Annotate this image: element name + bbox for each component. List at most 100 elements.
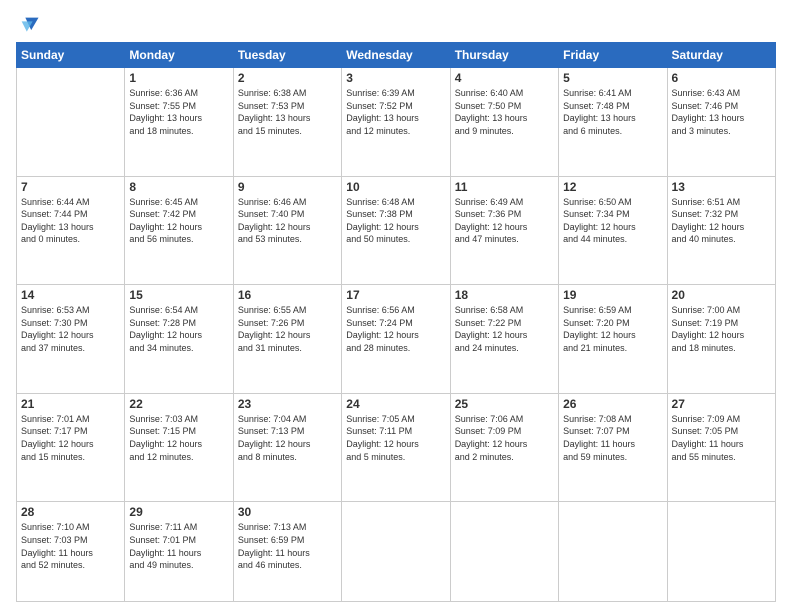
day-number: 5 (563, 71, 662, 85)
day-info: Sunrise: 7:13 AMSunset: 6:59 PMDaylight:… (238, 521, 337, 571)
weekday-header-wednesday: Wednesday (342, 43, 450, 68)
day-info: Sunrise: 6:46 AMSunset: 7:40 PMDaylight:… (238, 196, 337, 246)
day-info: Sunrise: 7:04 AMSunset: 7:13 PMDaylight:… (238, 413, 337, 463)
day-number: 4 (455, 71, 554, 85)
day-info: Sunrise: 6:48 AMSunset: 7:38 PMDaylight:… (346, 196, 445, 246)
calendar-cell (342, 502, 450, 602)
weekday-header-friday: Friday (559, 43, 667, 68)
day-number: 16 (238, 288, 337, 302)
weekday-header-row: SundayMondayTuesdayWednesdayThursdayFrid… (17, 43, 776, 68)
week-row-3: 14 Sunrise: 6:53 AMSunset: 7:30 PMDayligh… (17, 285, 776, 394)
calendar-cell: 29Sunrise: 7:11 AMSunset: 7:01 PMDayligh… (125, 502, 233, 602)
day-info: Sunrise: 6:44 AMSunset: 7:44 PMDaylight:… (21, 196, 120, 246)
day-info: Sunrise: 6:40 AMSunset: 7:50 PMDaylight:… (455, 87, 554, 137)
weekday-header-saturday: Saturday (667, 43, 775, 68)
day-number: 8 (129, 180, 228, 194)
calendar-cell: 19Sunrise: 6:59 AMSunset: 7:20 PMDayligh… (559, 285, 667, 394)
calendar-cell: 24 Sunrise: 7:05 AMSunset: 7:11 PMDayligh… (342, 393, 450, 502)
calendar-cell: 21 Sunrise: 7:01 AMSunset: 7:17 PMDayligh… (17, 393, 125, 502)
day-info: Sunrise: 6:41 AMSunset: 7:48 PMDaylight:… (563, 87, 662, 137)
day-info: Sunrise: 6:56 AMSunset: 7:24 PMDaylight:… (346, 304, 445, 354)
day-info: Sunrise: 6:45 AMSunset: 7:42 PMDaylight:… (129, 196, 228, 246)
calendar-cell: 30 Sunrise: 7:13 AMSunset: 6:59 PMDayligh… (233, 502, 341, 602)
calendar-cell: 9Sunrise: 6:46 AMSunset: 7:40 PMDaylight… (233, 176, 341, 285)
calendar-cell: 14 Sunrise: 6:53 AMSunset: 7:30 PMDayligh… (17, 285, 125, 394)
day-info: Sunrise: 6:54 AMSunset: 7:28 PMDaylight:… (129, 304, 228, 354)
day-number: 19 (563, 288, 662, 302)
calendar-cell: 8 Sunrise: 6:45 AMSunset: 7:42 PMDaylight… (125, 176, 233, 285)
calendar-cell: 2 Sunrise: 6:38 AMSunset: 7:53 PMDaylight… (233, 68, 341, 177)
day-number: 25 (455, 397, 554, 411)
calendar-cell: 17 Sunrise: 6:56 AMSunset: 7:24 PMDayligh… (342, 285, 450, 394)
calendar-cell: 12 Sunrise: 6:50 AMSunset: 7:34 PMDayligh… (559, 176, 667, 285)
day-number: 26 (563, 397, 662, 411)
day-info: Sunrise: 7:10 AMSunset: 7:03 PMDaylight:… (21, 521, 120, 571)
day-info: Sunrise: 6:38 AMSunset: 7:53 PMDaylight:… (238, 87, 337, 137)
calendar-cell: 5 Sunrise: 6:41 AMSunset: 7:48 PMDaylight… (559, 68, 667, 177)
day-info: Sunrise: 6:51 AMSunset: 7:32 PMDaylight:… (672, 196, 771, 246)
day-number: 24 (346, 397, 445, 411)
page-header (16, 10, 776, 36)
day-number: 22 (129, 397, 228, 411)
day-number: 1 (129, 71, 228, 85)
day-number: 7 (21, 180, 120, 194)
calendar-cell: 10 Sunrise: 6:48 AMSunset: 7:38 PMDayligh… (342, 176, 450, 285)
day-number: 21 (21, 397, 120, 411)
calendar-cell: 23Sunrise: 7:04 AMSunset: 7:13 PMDayligh… (233, 393, 341, 502)
day-number: 13 (672, 180, 771, 194)
day-info: Sunrise: 7:08 AMSunset: 7:07 PMDaylight:… (563, 413, 662, 463)
day-number: 12 (563, 180, 662, 194)
weekday-header-thursday: Thursday (450, 43, 558, 68)
week-row-5: 28 Sunrise: 7:10 AMSunset: 7:03 PMDayligh… (17, 502, 776, 602)
weekday-header-sunday: Sunday (17, 43, 125, 68)
day-number: 30 (238, 505, 337, 519)
calendar-cell (667, 502, 775, 602)
logo (16, 14, 40, 36)
weekday-header-monday: Monday (125, 43, 233, 68)
day-number: 17 (346, 288, 445, 302)
day-number: 27 (672, 397, 771, 411)
day-number: 6 (672, 71, 771, 85)
calendar-cell: 4 Sunrise: 6:40 AMSunset: 7:50 PMDaylight… (450, 68, 558, 177)
day-number: 20 (672, 288, 771, 302)
calendar-cell: 16 Sunrise: 6:55 AMSunset: 7:26 PMDayligh… (233, 285, 341, 394)
logo-icon (18, 14, 40, 36)
day-info: Sunrise: 6:53 AMSunset: 7:30 PMDaylight:… (21, 304, 120, 354)
day-number: 10 (346, 180, 445, 194)
calendar-cell: 7 Sunrise: 6:44 AMSunset: 7:44 PMDaylight… (17, 176, 125, 285)
day-number: 18 (455, 288, 554, 302)
calendar-cell: 15 Sunrise: 6:54 AMSunset: 7:28 PMDayligh… (125, 285, 233, 394)
week-row-2: 7 Sunrise: 6:44 AMSunset: 7:44 PMDaylight… (17, 176, 776, 285)
calendar-cell (450, 502, 558, 602)
calendar-cell: 26 Sunrise: 7:08 AMSunset: 7:07 PMDayligh… (559, 393, 667, 502)
day-info: Sunrise: 6:50 AMSunset: 7:34 PMDaylight:… (563, 196, 662, 246)
day-info: Sunrise: 7:01 AMSunset: 7:17 PMDaylight:… (21, 413, 120, 463)
calendar-cell: 13 Sunrise: 6:51 AMSunset: 7:32 PMDayligh… (667, 176, 775, 285)
day-number: 28 (21, 505, 120, 519)
day-number: 15 (129, 288, 228, 302)
calendar-cell: 3 Sunrise: 6:39 AMSunset: 7:52 PMDaylight… (342, 68, 450, 177)
weekday-header-tuesday: Tuesday (233, 43, 341, 68)
day-number: 3 (346, 71, 445, 85)
day-info: Sunrise: 7:11 AMSunset: 7:01 PMDaylight:… (129, 521, 228, 571)
day-info: Sunrise: 7:09 AMSunset: 7:05 PMDaylight:… (672, 413, 771, 463)
day-info: Sunrise: 6:39 AMSunset: 7:52 PMDaylight:… (346, 87, 445, 137)
calendar-cell: 6 Sunrise: 6:43 AMSunset: 7:46 PMDaylight… (667, 68, 775, 177)
day-info: Sunrise: 7:03 AMSunset: 7:15 PMDaylight:… (129, 413, 228, 463)
day-info: Sunrise: 7:05 AMSunset: 7:11 PMDaylight:… (346, 413, 445, 463)
calendar-cell: 20 Sunrise: 7:00 AMSunset: 7:19 PMDayligh… (667, 285, 775, 394)
day-number: 11 (455, 180, 554, 194)
calendar-cell: 1 Sunrise: 6:36 AMSunset: 7:55 PMDaylight… (125, 68, 233, 177)
calendar-cell (559, 502, 667, 602)
day-info: Sunrise: 6:36 AMSunset: 7:55 PMDaylight:… (129, 87, 228, 137)
calendar-table: SundayMondayTuesdayWednesdayThursdayFrid… (16, 42, 776, 602)
week-row-4: 21 Sunrise: 7:01 AMSunset: 7:17 PMDayligh… (17, 393, 776, 502)
day-info: Sunrise: 7:06 AMSunset: 7:09 PMDaylight:… (455, 413, 554, 463)
day-info: Sunrise: 6:55 AMSunset: 7:26 PMDaylight:… (238, 304, 337, 354)
day-number: 14 (21, 288, 120, 302)
day-info: Sunrise: 7:00 AMSunset: 7:19 PMDaylight:… (672, 304, 771, 354)
calendar-cell (17, 68, 125, 177)
day-info: Sunrise: 6:43 AMSunset: 7:46 PMDaylight:… (672, 87, 771, 137)
day-number: 2 (238, 71, 337, 85)
calendar-cell: 27 Sunrise: 7:09 AMSunset: 7:05 PMDayligh… (667, 393, 775, 502)
